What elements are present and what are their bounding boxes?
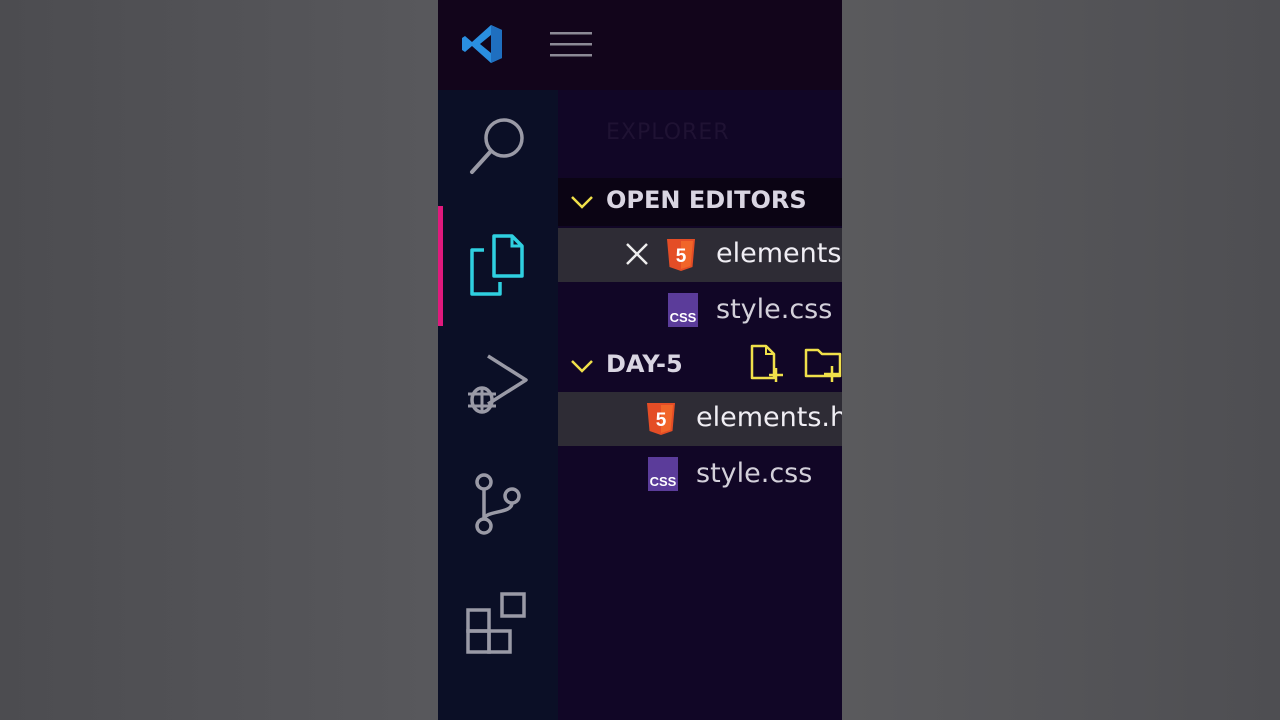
activity-search[interactable] [464, 112, 532, 180]
chevron-down-icon [571, 196, 593, 209]
activity-explorer[interactable] [464, 232, 532, 300]
svg-text:5: 5 [676, 246, 687, 267]
svg-text:5: 5 [656, 410, 667, 431]
open-editor-item[interactable]: 5 elements.html [558, 228, 842, 282]
file-tree-item[interactable]: CSS style.css [558, 448, 842, 502]
css-icon: CSS [668, 293, 698, 327]
activity-extensions[interactable] [464, 590, 532, 658]
chevron-down-icon [571, 360, 593, 373]
active-indicator [438, 206, 443, 326]
explorer-sidebar: EXPLORER OPEN EDITORS 5 elements.html [558, 90, 842, 720]
new-folder-icon[interactable] [804, 344, 842, 384]
file-tree-filename: elements.html [696, 402, 842, 433]
close-icon[interactable] [624, 241, 650, 267]
svg-text:CSS: CSS [650, 474, 677, 489]
file-tree-item[interactable]: 5 elements.html [558, 392, 842, 446]
extensions-icon [466, 592, 526, 654]
new-file-icon[interactable] [748, 344, 788, 384]
folder-day5-label: DAY-5 [606, 350, 683, 378]
run-debug-icon [468, 354, 528, 414]
search-icon [470, 118, 524, 174]
source-control-icon [475, 473, 521, 535]
open-editor-filename: style.css [716, 294, 833, 325]
open-editor-item[interactable]: CSS style.css [558, 284, 842, 338]
folder-day5-header[interactable]: DAY-5 [558, 342, 842, 390]
activity-source-control[interactable] [464, 470, 532, 538]
title-bar [438, 0, 842, 90]
svg-text:CSS: CSS [670, 310, 697, 325]
css-icon: CSS [648, 457, 678, 491]
activity-run-debug[interactable] [464, 350, 532, 418]
explorer-title: EXPLORER [606, 120, 730, 145]
vscode-window: EXPLORER OPEN EDITORS 5 elements.html [438, 0, 842, 720]
html5-icon: 5 [647, 403, 675, 435]
open-editors-header[interactable]: OPEN EDITORS [558, 178, 842, 226]
file-tree-filename: style.css [696, 458, 813, 489]
vscode-logo-icon [462, 25, 502, 63]
open-editor-filename: elements.html [716, 238, 842, 269]
open-editors-label: OPEN EDITORS [606, 186, 807, 214]
explorer-files-icon [470, 234, 524, 296]
html5-icon: 5 [667, 239, 695, 271]
activity-bar [438, 90, 558, 720]
hamburger-menu-icon[interactable] [550, 30, 594, 60]
